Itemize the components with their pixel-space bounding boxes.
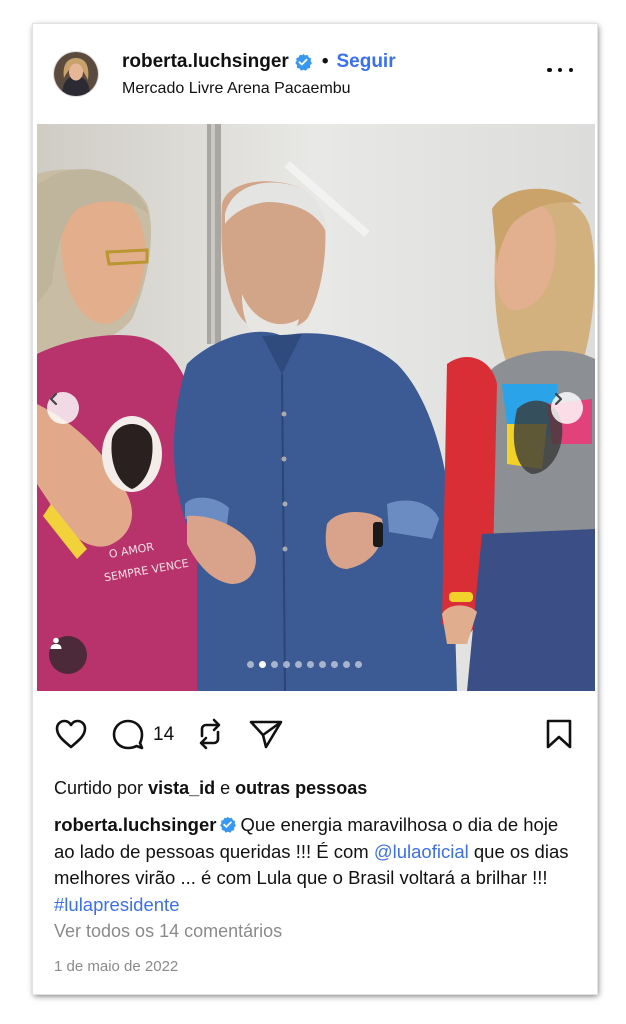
carousel-dot xyxy=(283,661,290,668)
liked-by-prefix: Curtido por xyxy=(54,778,144,798)
carousel-dot xyxy=(319,661,326,668)
carousel-dot xyxy=(355,661,362,668)
carousel-dot xyxy=(295,661,302,668)
carousel-next-button[interactable] xyxy=(551,392,583,424)
bookmark-icon[interactable] xyxy=(545,718,573,750)
caption-hashtag-link[interactable]: #lulapresidente xyxy=(54,894,179,915)
username-row: roberta.luchsinger • Seguir xyxy=(122,51,396,73)
carousel-dot xyxy=(343,661,350,668)
share-icon[interactable] xyxy=(248,718,284,750)
carousel-dot xyxy=(247,661,254,668)
heart-icon[interactable] xyxy=(54,718,88,750)
user-tag-icon xyxy=(50,637,62,649)
verified-badge-icon xyxy=(295,53,312,71)
separator-dot: • xyxy=(321,51,329,72)
location-link[interactable]: Mercado Livre Arena Pacaembu xyxy=(122,80,351,98)
liked-by: Curtido por vista_id e outras pessoas xyxy=(54,778,367,799)
post-card: roberta.luchsinger • Seguir Mercado Livr… xyxy=(33,24,597,994)
carousel-dot xyxy=(271,661,278,668)
post-header: roberta.luchsinger • Seguir Mercado Livr… xyxy=(33,24,597,124)
liked-by-conj: e xyxy=(220,778,231,798)
liked-by-user[interactable]: vista_id xyxy=(148,778,215,798)
caption-mention-link[interactable]: @lulaoficial xyxy=(374,841,469,862)
chevron-right-icon xyxy=(554,392,563,406)
verified-badge-icon xyxy=(220,816,237,833)
comment-icon[interactable] xyxy=(111,718,145,750)
post-photo[interactable]: O AMOR SEMPRE VENCE xyxy=(37,124,595,691)
action-bar: 14 xyxy=(33,714,597,758)
username-link[interactable]: roberta.luchsinger xyxy=(122,51,289,73)
user-tag-button[interactable] xyxy=(49,636,87,674)
post-date: 1 de maio de 2022 xyxy=(54,958,179,975)
caption-username[interactable]: roberta.luchsinger xyxy=(54,814,216,835)
repost-icon[interactable] xyxy=(195,717,225,751)
carousel-dot xyxy=(331,661,338,668)
view-all-comments-link[interactable]: Ver todos os 14 comentários xyxy=(54,921,282,942)
follow-button[interactable]: Seguir xyxy=(336,51,395,73)
carousel-indicator xyxy=(247,661,362,668)
carousel-prev-button[interactable] xyxy=(47,392,79,424)
chevron-left-icon xyxy=(49,392,58,406)
more-options-icon[interactable] xyxy=(547,60,573,80)
liked-by-others[interactable]: outras pessoas xyxy=(235,778,367,798)
carousel-dot-active xyxy=(259,661,266,668)
carousel-dot xyxy=(307,661,314,668)
avatar[interactable] xyxy=(53,51,99,97)
post-caption: roberta.luchsinger Que energia maravilhos… xyxy=(54,812,580,918)
comment-count: 14 xyxy=(153,724,175,745)
